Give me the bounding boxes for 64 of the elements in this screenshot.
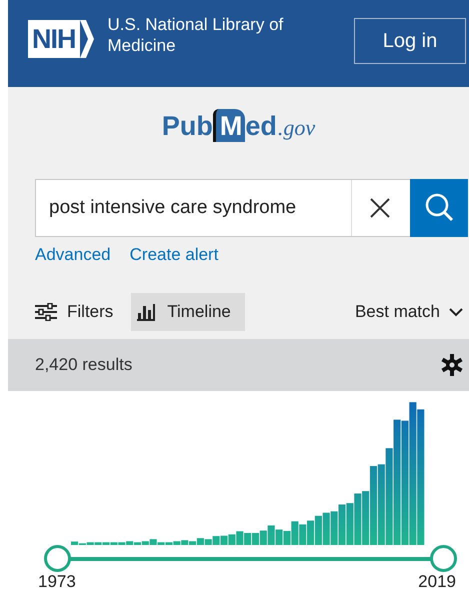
histogram-bar[interactable] — [189, 541, 196, 545]
results-count: 2,420 results — [35, 355, 132, 375]
sliders-icon — [35, 303, 57, 321]
histogram-bar[interactable] — [94, 542, 102, 545]
histogram-bar[interactable] — [268, 525, 275, 545]
sort-dropdown[interactable]: Best match — [354, 302, 463, 322]
histogram-bar[interactable] — [401, 420, 408, 545]
histogram-bar[interactable] — [276, 530, 283, 545]
histogram-bar[interactable] — [283, 530, 290, 545]
filters-button[interactable]: Filters — [35, 293, 122, 331]
pubmed-logo[interactable]: Pub M ed.gov — [8, 101, 469, 161]
histogram-bar[interactable] — [346, 503, 354, 545]
histogram-bar[interactable] — [212, 536, 220, 545]
histogram-bar[interactable] — [260, 530, 267, 545]
histogram-bar[interactable] — [386, 448, 393, 545]
histogram-bar[interactable] — [314, 516, 322, 545]
histogram-bar[interactable] — [173, 541, 180, 545]
bar-chart-icon — [135, 303, 158, 321]
histogram-bar[interactable] — [228, 534, 236, 545]
histogram-bar[interactable] — [370, 466, 378, 545]
histogram-bar[interactable] — [307, 520, 314, 545]
histogram-bar[interactable] — [102, 542, 110, 545]
histogram-bar[interactable] — [338, 504, 346, 545]
histogram-bar[interactable] — [330, 511, 338, 545]
histogram-bar[interactable] — [378, 464, 385, 545]
year-range-slider[interactable] — [45, 545, 457, 572]
histogram-bar[interactable] — [322, 512, 330, 545]
histogram-bar[interactable] — [394, 420, 401, 545]
search-button[interactable] — [410, 179, 468, 237]
clear-icon[interactable] — [368, 196, 392, 220]
histogram-bar[interactable] — [417, 409, 424, 545]
link[interactable]: Advanced — [35, 245, 111, 265]
histogram-bar[interactable] — [236, 531, 244, 545]
histogram-bar[interactable] — [252, 532, 260, 545]
histogram-bar[interactable] — [244, 532, 252, 545]
timeline-tab[interactable]: Timeline — [131, 293, 245, 331]
histogram-bar[interactable] — [86, 542, 94, 545]
settings-icon[interactable] — [441, 354, 463, 376]
histogram-bar[interactable] — [362, 491, 370, 545]
histogram-bar[interactable] — [110, 542, 118, 545]
histogram-bar[interactable] — [299, 524, 306, 545]
histogram-bar[interactable] — [165, 542, 172, 545]
histogram-bar[interactable] — [142, 541, 149, 545]
histogram-bar[interactable] — [134, 542, 142, 545]
end-year: 2019 — [418, 572, 456, 592]
histogram-bar[interactable] — [118, 542, 126, 545]
histogram-bar[interactable] — [71, 542, 78, 545]
login-button[interactable]: Log in — [354, 18, 466, 64]
chevron-icon — [80, 20, 94, 58]
slider-handle[interactable] — [44, 545, 71, 572]
search-icon — [423, 192, 455, 224]
start-year: 1973 — [38, 572, 76, 592]
histogram-bar[interactable] — [181, 540, 188, 545]
library-name: U.S. National Library of Medicine — [108, 14, 284, 56]
chevron-down-icon — [449, 307, 463, 317]
histogram-bar[interactable] — [126, 541, 134, 545]
histogram-bar[interactable] — [409, 402, 416, 545]
histogram-bar[interactable] — [158, 542, 165, 545]
histogram-bar[interactable] — [220, 536, 228, 545]
slider-handle[interactable] — [430, 545, 457, 572]
histogram-bar[interactable] — [196, 538, 204, 545]
histogram-bar[interactable] — [354, 494, 362, 545]
histogram-bar[interactable] — [291, 521, 298, 545]
link[interactable]: Create alert — [130, 245, 218, 265]
